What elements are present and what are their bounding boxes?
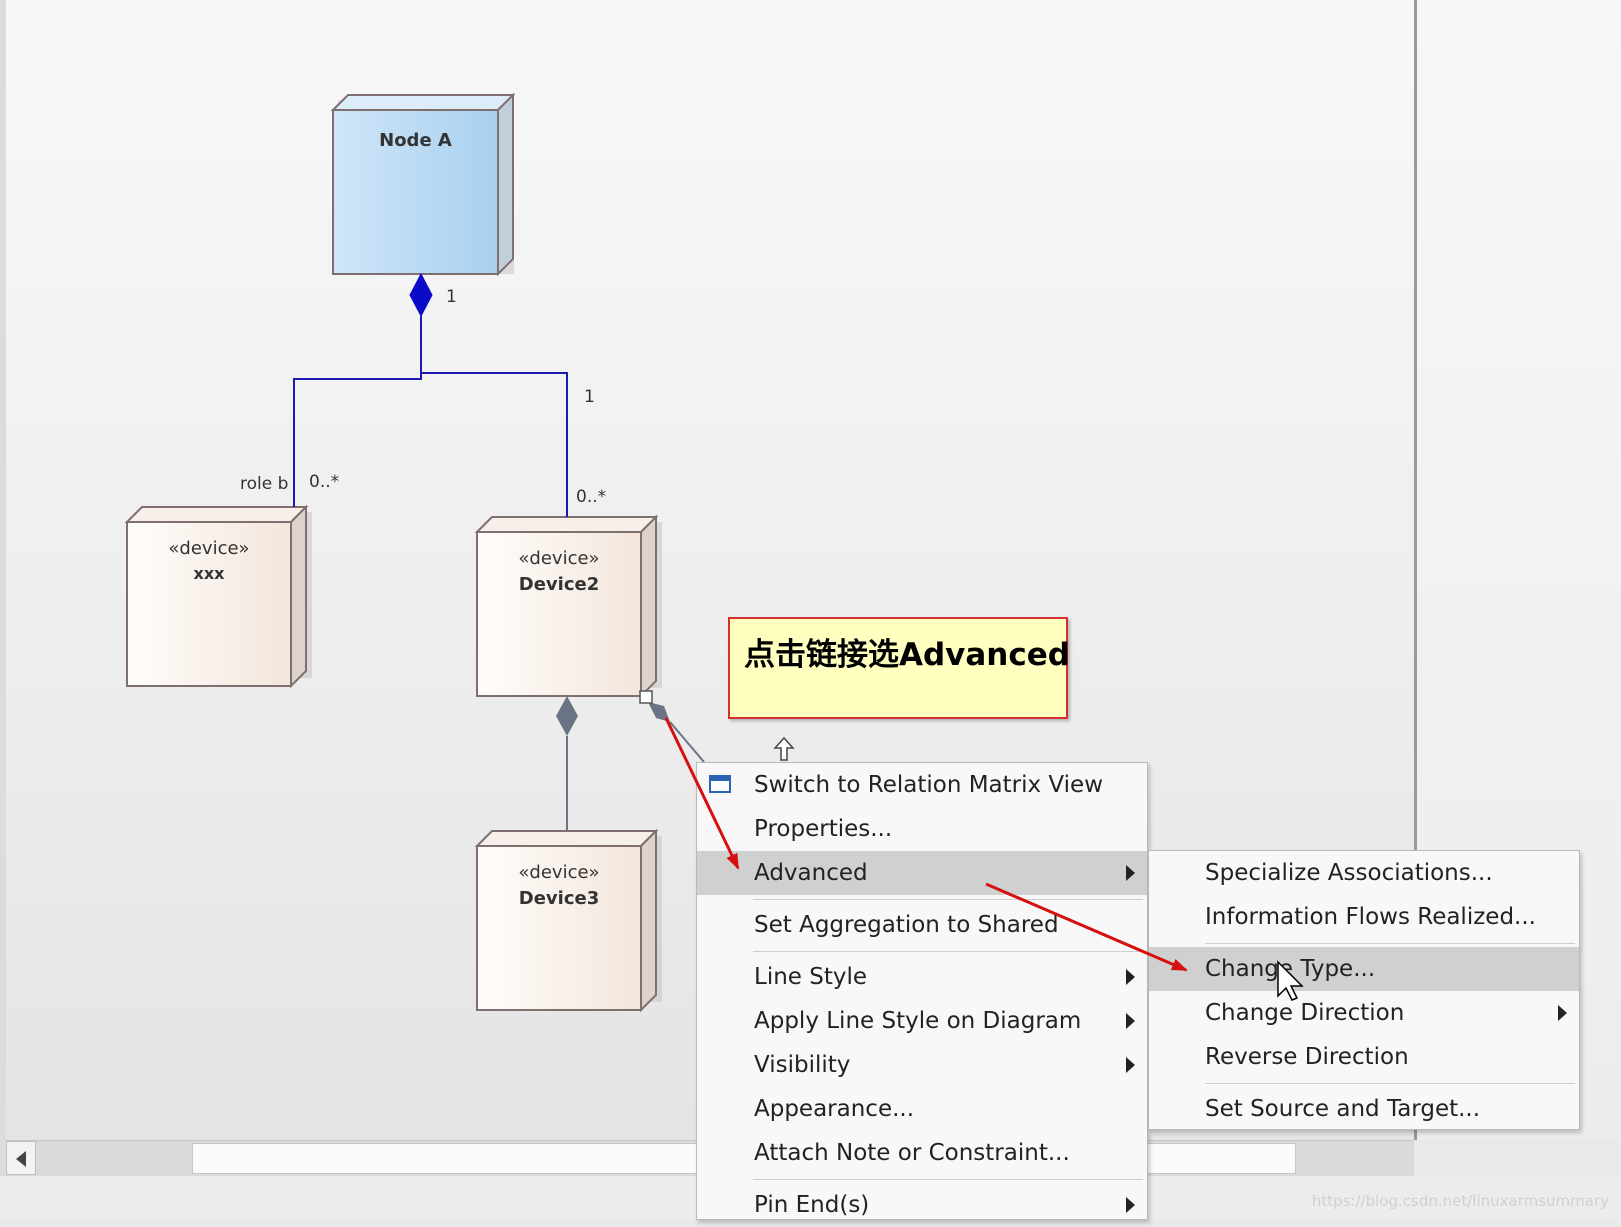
submenu-item-set-source-target[interactable]: Set Source and Target... [1149, 1087, 1579, 1131]
xxx-stereotype: «device» [168, 538, 250, 559]
watermark: https://blog.csdn.net/linuxarmsummary [1311, 1192, 1609, 1210]
menu-item-advanced[interactable]: Advanced [697, 851, 1147, 895]
selected-connector[interactable] [639, 690, 705, 763]
multiplicity-device2-1: 1 [584, 387, 595, 407]
multiplicity-xxx: 0..* [309, 472, 340, 492]
device3-stereotype: «device» [518, 862, 600, 883]
annotation-note[interactable]: 点击链接选Advanced [728, 617, 1070, 719]
menu-separator [1205, 943, 1575, 944]
menu-separator [753, 1179, 1143, 1180]
matrix-view-icon [709, 775, 731, 793]
device3-shape[interactable] [474, 828, 662, 1013]
menu-item-apply-line-style[interactable]: Apply Line Style on Diagram [697, 999, 1147, 1043]
multiplicity-device2: 0..* [576, 487, 607, 507]
submenu-arrow-icon [1126, 865, 1135, 881]
move-up-arrow-icon [773, 736, 795, 761]
menu-item-line-style[interactable]: Line Style [697, 955, 1147, 999]
advanced-submenu: Specialize Associations... Information F… [1148, 850, 1580, 1130]
submenu-item-information-flows[interactable]: Information Flows Realized... [1149, 895, 1579, 939]
submenu-arrow-icon [1126, 1057, 1135, 1073]
submenu-item-change-type[interactable]: Change Type... [1149, 947, 1579, 991]
menu-item-pin-ends[interactable]: Pin End(s) [697, 1183, 1147, 1227]
submenu-item-reverse-direction[interactable]: Reverse Direction [1149, 1035, 1579, 1079]
multiplicity-node-a: 1 [446, 287, 457, 307]
role-label: role b [240, 474, 289, 494]
menu-item-visibility[interactable]: Visibility [697, 1043, 1147, 1087]
menu-separator [1205, 1083, 1575, 1084]
composition-diamond-icon [409, 272, 433, 318]
aggregation-diamond-icon [556, 696, 578, 736]
menu-item-switch-matrix[interactable]: Switch to Relation Matrix View [697, 763, 1147, 807]
submenu-arrow-icon [1558, 1005, 1567, 1021]
device2-shape[interactable] [474, 514, 662, 699]
submenu-arrow-icon [1126, 1013, 1135, 1029]
menu-separator [753, 899, 1143, 900]
xxx-device-shape[interactable] [124, 504, 312, 689]
menu-item-attach-note[interactable]: Attach Note or Constraint... [697, 1131, 1147, 1175]
menu-separator [753, 951, 1143, 952]
device2-stereotype: «device» [518, 548, 600, 569]
submenu-item-change-direction[interactable]: Change Direction [1149, 991, 1579, 1035]
annotation-note-text: 点击链接选Advanced [744, 637, 1070, 673]
scroll-left-button[interactable] [6, 1141, 36, 1175]
device3-name: Device3 [518, 888, 600, 909]
submenu-item-specialize-associations[interactable]: Specialize Associations... [1149, 851, 1579, 895]
submenu-arrow-icon [1126, 969, 1135, 985]
composition-connector-device2[interactable] [420, 316, 568, 517]
menu-item-appearance[interactable]: Appearance... [697, 1087, 1147, 1131]
node-a-name: Node A [379, 130, 452, 151]
context-menu: Switch to Relation Matrix View Propertie… [696, 762, 1148, 1220]
xxx-name: xxx [193, 564, 225, 583]
node-a-shape[interactable] [330, 92, 516, 277]
menu-item-set-aggregation[interactable]: Set Aggregation to Shared [697, 903, 1147, 947]
submenu-arrow-icon [1126, 1197, 1135, 1213]
menu-item-properties[interactable]: Properties... [697, 807, 1147, 851]
device2-name: Device2 [518, 574, 600, 595]
